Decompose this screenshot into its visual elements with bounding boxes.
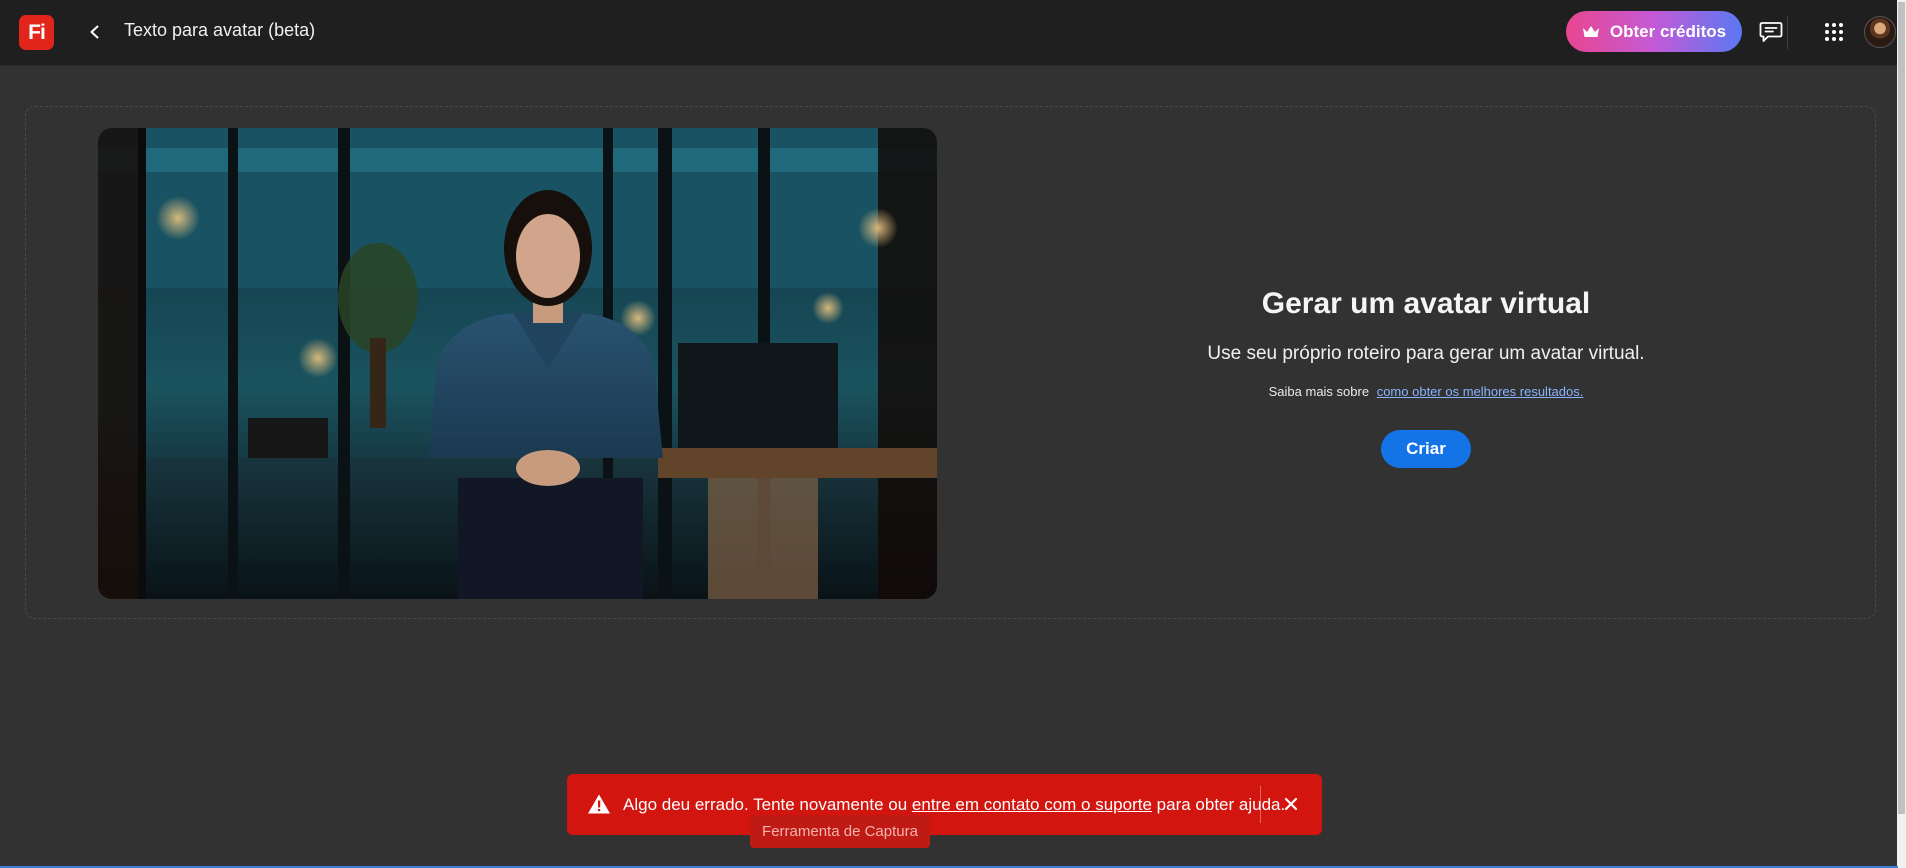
office-avatar-illustration — [98, 128, 937, 599]
best-results-link[interactable]: como obter os melhores resultados. — [1377, 384, 1584, 399]
toast-close-button[interactable] — [1278, 791, 1304, 817]
back-button[interactable] — [83, 16, 107, 48]
close-icon — [1284, 797, 1298, 811]
contact-support-link[interactable]: entre em contato com o suporte — [912, 795, 1152, 814]
scrollbar-thumb[interactable] — [1898, 2, 1905, 814]
error-message: Algo deu errado. Tente novamente ou entr… — [623, 795, 1285, 815]
scrollbar[interactable] — [1897, 0, 1906, 868]
learn-more-line: Saiba mais sobre como obter os melhores … — [1006, 384, 1846, 399]
get-credits-button[interactable]: Obter créditos — [1566, 11, 1742, 52]
warning-icon — [587, 793, 611, 817]
app-logo[interactable]: Fi — [19, 15, 54, 50]
user-avatar[interactable] — [1864, 16, 1896, 48]
crown-icon — [1582, 25, 1599, 37]
feedback-button[interactable] — [1754, 15, 1788, 49]
avatar-preview-image — [98, 128, 937, 599]
header-divider — [1787, 16, 1788, 49]
error-text-after: para obter ajuda. — [1156, 794, 1286, 814]
hero-subtitle: Use seu próprio roteiro para gerar um av… — [1207, 343, 1645, 364]
error-toast: Algo deu errado. Tente novamente ou entr… — [567, 774, 1322, 835]
top-bar: Fi Texto para avatar (beta) Obter crédit… — [0, 0, 1898, 66]
learn-more-prefix: Saiba mais sobre — [1268, 384, 1370, 399]
chat-icon — [1759, 22, 1783, 42]
apps-button[interactable] — [1817, 15, 1851, 49]
page-title: Texto para avatar (beta) — [124, 20, 316, 40]
tooltip: Ferramenta de Captura — [750, 815, 930, 848]
hero-title: Gerar um avatar virtual — [1261, 287, 1591, 320]
back-arrow-icon — [90, 25, 99, 39]
create-button[interactable]: Criar — [1381, 430, 1471, 468]
get-credits-label: Obter créditos — [1609, 21, 1727, 41]
error-text-before: Algo deu errado. Tente novamente ou — [623, 794, 908, 814]
apps-grid-icon — [1825, 23, 1843, 41]
toast-divider — [1260, 786, 1261, 823]
